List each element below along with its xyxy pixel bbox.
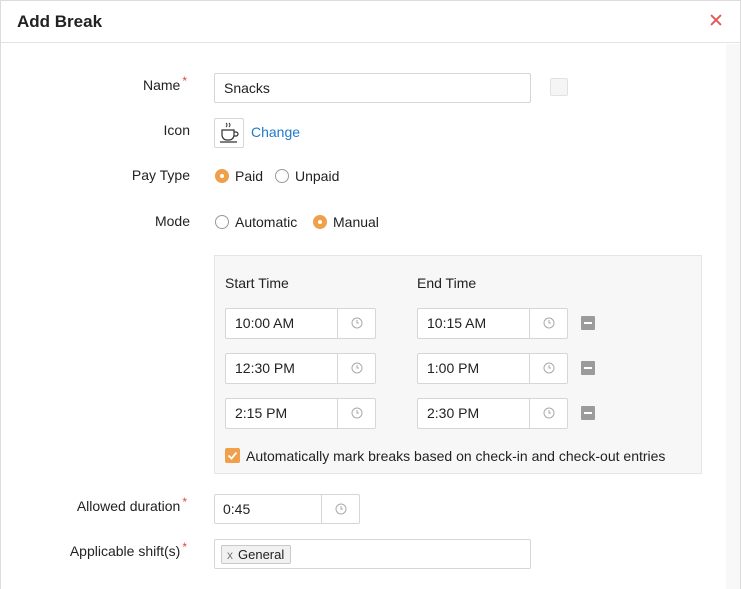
remove-row-icon[interactable] [581,406,595,420]
shift-tag-label: General [238,547,285,562]
allowed-duration-value: 0:45 [223,501,251,517]
mode-label: Mode [154,213,190,229]
clock-icon[interactable] [351,362,363,374]
clock-icon[interactable] [351,407,363,419]
dialog-title: Add Break [17,12,103,31]
name-input[interactable]: Snacks [214,73,531,103]
end-time-input[interactable]: 10:15 AM [417,308,568,339]
change-icon-link[interactable]: Change [251,124,300,140]
end-time-value: 1:00 PM [427,360,480,376]
mode-manual-label: Manual [333,214,379,230]
applicable-shifts-label: Applicable shift(s) * [69,540,187,559]
allowed-duration-label: Allowed duration * [76,495,187,514]
remove-row-icon[interactable] [581,361,595,375]
start-time-input[interactable]: 12:30 PM [225,353,376,384]
pay-type-paid-label: Paid [235,168,264,184]
shift-tag: x General [221,545,292,564]
start-time-value: 2:15 PM [235,405,288,421]
start-time-input[interactable]: 10:00 AM [225,308,376,339]
remove-tag-icon[interactable]: x [227,548,233,562]
icon-label: Icon [163,122,190,138]
close-icon[interactable] [707,11,725,29]
start-time-header: Start Time [225,275,289,291]
auto-mark-checkbox[interactable] [225,448,240,463]
clock-icon[interactable] [335,503,347,515]
scrollbar[interactable] [726,44,740,589]
pay-type-unpaid-label: Unpaid [295,168,340,184]
allowed-duration-input[interactable]: 0:45 [214,494,360,524]
pay-type-unpaid-radio[interactable] [275,169,289,183]
end-time-input[interactable]: 1:00 PM [417,353,568,384]
clock-icon[interactable] [543,407,555,419]
start-time-input[interactable]: 2:15 PM [225,398,376,429]
end-time-input[interactable]: 2:30 PM [417,398,568,429]
end-time-value: 10:15 AM [427,315,487,331]
name-input-value: Snacks [224,80,270,96]
auto-mark-label: Automatically mark breaks based on check… [246,448,666,464]
start-time-value: 12:30 PM [235,360,295,376]
clock-icon[interactable] [543,362,555,374]
coffee-cup-icon[interactable] [214,118,244,148]
mode-automatic-radio[interactable] [215,215,229,229]
clock-icon[interactable] [351,317,363,329]
mode-automatic-label: Automatic [235,214,298,230]
name-label: Name * [142,74,187,93]
remove-row-icon[interactable] [581,316,595,330]
checkmark-icon [227,451,238,460]
end-time-header: End Time [417,275,477,291]
color-swatch[interactable] [550,78,568,96]
clock-icon[interactable] [543,317,555,329]
start-time-value: 10:00 AM [235,315,295,331]
add-break-dialog: Add Break Name * Snacks Icon Change Pay T… [0,0,741,589]
pay-type-paid-radio[interactable] [215,169,229,183]
end-time-value: 2:30 PM [427,405,480,421]
pay-type-label: Pay Type [131,167,190,183]
applicable-shifts-input[interactable]: x General [214,539,531,569]
dialog-header: Add Break [1,1,740,43]
mode-manual-radio[interactable] [313,215,327,229]
